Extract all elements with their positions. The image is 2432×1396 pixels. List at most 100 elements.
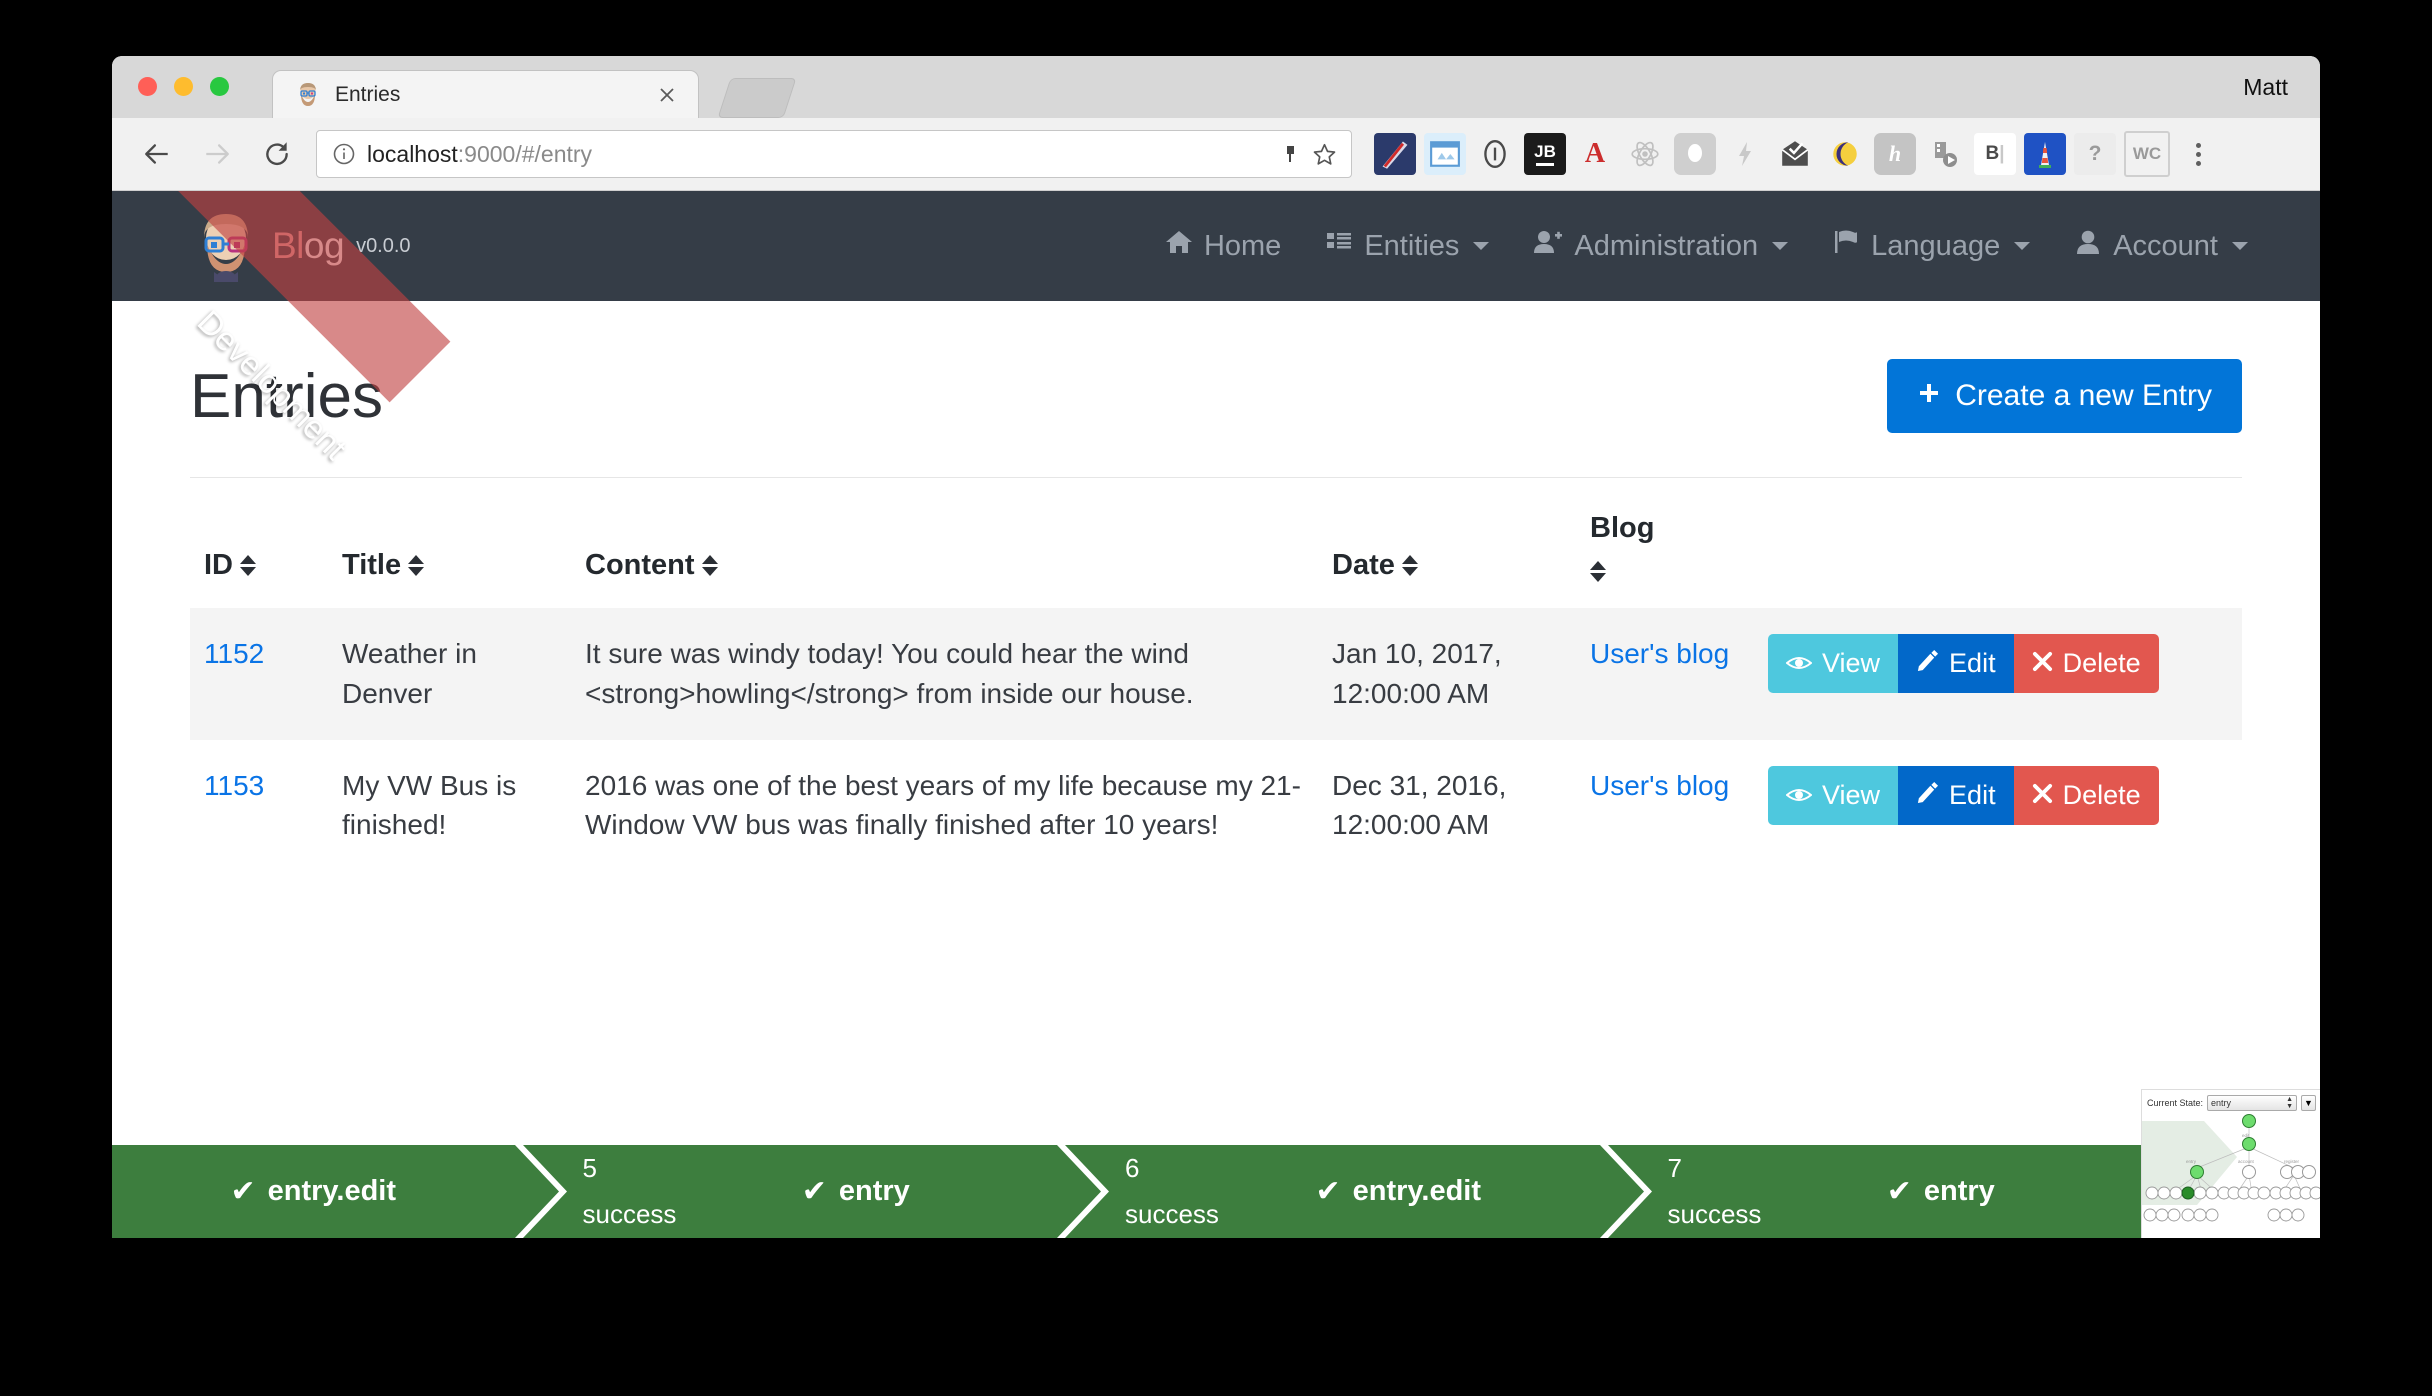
navbar-links: Home Entities Administration (1165, 228, 2248, 264)
close-icon[interactable] (650, 78, 684, 112)
question-extension-icon[interactable]: ? (2074, 133, 2116, 175)
moon-extension-icon[interactable] (1824, 133, 1866, 175)
sort-icon[interactable] (240, 555, 256, 576)
state-segment[interactable]: ✔ entry.edit (112, 1145, 515, 1238)
entry-id-link[interactable]: 1152 (204, 638, 264, 669)
info-circle-extension-icon[interactable] (1474, 133, 1516, 175)
nav-item-home[interactable]: Home (1165, 228, 1281, 264)
speedometer-extension-icon[interactable] (1374, 133, 1416, 175)
nav-item-entities-label: Entities (1364, 230, 1459, 263)
avatar-logo-icon (190, 210, 262, 282)
column-header-id[interactable]: ID (190, 478, 328, 608)
svg-text:entry: entry (2186, 1159, 2197, 1164)
view-button-label: View (1822, 648, 1880, 679)
table-header-row: ID Title Content Date (190, 478, 2242, 608)
view-button[interactable]: View (1768, 634, 1898, 693)
column-header-title[interactable]: Title (328, 478, 571, 608)
chevron-right-icon (515, 1145, 579, 1238)
nav-item-language-label: Language (1871, 230, 2000, 263)
close-window-button[interactable] (138, 77, 157, 96)
react-extension-icon[interactable] (1624, 133, 1666, 175)
entry-id-link[interactable]: 1153 (204, 770, 264, 801)
table-row: 1153 My VW Bus is finished! 2016 was one… (190, 740, 2242, 872)
mail-check-extension-icon[interactable] (1774, 133, 1816, 175)
new-tab-icon[interactable] (718, 78, 797, 118)
column-header-blog[interactable]: Blog (1576, 478, 1754, 608)
chevron-right-icon (1600, 1145, 1664, 1238)
star-icon[interactable] (1309, 139, 1339, 169)
brand-version: v0.0.0 (356, 235, 410, 258)
script-h-extension-icon[interactable]: h (1874, 133, 1916, 175)
edit-button[interactable]: Edit (1898, 766, 2014, 825)
lastpass-extension-icon[interactable] (1674, 133, 1716, 175)
sort-icon[interactable] (702, 555, 718, 576)
delete-button[interactable]: Delete (2014, 634, 2159, 693)
column-header-content[interactable]: Content (571, 478, 1318, 608)
delete-button-label: Delete (2063, 648, 2141, 679)
app-navbar: Blog v0.0.0 Home Entities (112, 191, 2320, 301)
user-label: Matt (2243, 74, 2288, 101)
nav-item-language[interactable]: Language (1832, 228, 2030, 264)
delete-button[interactable]: Delete (2014, 766, 2159, 825)
sort-icon[interactable] (1590, 561, 1606, 582)
back-arrow-icon[interactable] (134, 131, 180, 177)
film-extension-icon[interactable] (1924, 133, 1966, 175)
blog-link[interactable]: User's blog (1590, 770, 1729, 801)
sort-icon[interactable] (408, 555, 424, 576)
web-page: Blog v0.0.0 Home Entities (112, 191, 2320, 1238)
kebab-menu-icon[interactable] (2176, 132, 2220, 176)
pencil-icon (1916, 780, 1939, 811)
blog-link[interactable]: User's blog (1590, 638, 1729, 669)
table-body: 1152 Weather in Denver It sure was windy… (190, 608, 2242, 871)
bitbucket-extension-icon[interactable]: B| (1974, 133, 2016, 175)
nav-item-entities[interactable]: Entities (1325, 228, 1489, 264)
nav-item-account[interactable]: Account (2074, 228, 2248, 264)
chevron-down-icon[interactable]: ▼ (2301, 1095, 2316, 1111)
pin-icon[interactable] (1275, 139, 1305, 169)
check-icon: ✔ (230, 1174, 255, 1209)
letter-a-extension-icon[interactable]: A (1574, 133, 1616, 175)
reload-icon[interactable] (254, 131, 300, 177)
jetbrains-extension-icon[interactable]: JB (1524, 133, 1566, 175)
brand[interactable]: Blog v0.0.0 (190, 210, 411, 282)
url-path: :9000/#/entry (458, 141, 592, 167)
minimize-window-button[interactable] (174, 77, 193, 96)
x-icon (2032, 648, 2053, 679)
state-segment-label: entry (839, 1175, 910, 1208)
chevron-down-icon (1473, 242, 1489, 250)
column-header-date[interactable]: Date (1318, 478, 1576, 608)
browser-window: Entries Matt (112, 56, 2320, 1238)
state-segment[interactable]: ✔ entry.edit (1197, 1145, 1600, 1238)
view-button[interactable]: View (1768, 766, 1898, 825)
nav-item-administration[interactable]: Administration (1533, 228, 1788, 264)
state-segment[interactable]: ✔ entry (1740, 1145, 2143, 1238)
cell-date: Jan 10, 2017, 12:00:00 AM (1318, 608, 1576, 740)
wc-extension-icon[interactable]: WC (2124, 131, 2170, 177)
lighthouse-extension-icon[interactable] (2024, 133, 2066, 175)
url-host: localhost (367, 141, 458, 167)
maximize-window-button[interactable] (210, 77, 229, 96)
lightning-extension-icon[interactable] (1724, 133, 1766, 175)
column-header-title-label: Title (342, 549, 401, 582)
brand-name-first: Bl (272, 225, 304, 266)
state-segment[interactable]: ✔ entry (655, 1145, 1058, 1238)
edit-button[interactable]: Edit (1898, 634, 2014, 693)
cell-blog: User's blog (1576, 740, 1754, 872)
delete-button-label: Delete (2063, 780, 2141, 811)
state-segment-label: entry.edit (268, 1175, 396, 1208)
current-state-select[interactable]: entry ▲▼ (2207, 1095, 2297, 1111)
info-circle-icon[interactable] (329, 139, 359, 169)
column-header-id-label: ID (204, 549, 233, 582)
cell-actions: View Edit Delete (1754, 608, 2242, 740)
create-new-entry-button[interactable]: Create a new Entry (1887, 359, 2242, 433)
state-divider-number: 5 (583, 1153, 597, 1184)
sort-icon[interactable] (1402, 555, 1418, 576)
page-title: Entries (190, 361, 383, 432)
window-preview-extension-icon[interactable] (1424, 133, 1466, 175)
check-icon: ✔ (1887, 1174, 1912, 1209)
browser-tab[interactable]: Entries (272, 70, 699, 119)
chevron-down-icon (2014, 242, 2030, 250)
state-tree-graph: edit entry account register (2142, 1113, 2320, 1223)
address-bar[interactable]: localhost:9000/#/entry (316, 130, 1352, 178)
eye-icon (1786, 780, 1812, 811)
